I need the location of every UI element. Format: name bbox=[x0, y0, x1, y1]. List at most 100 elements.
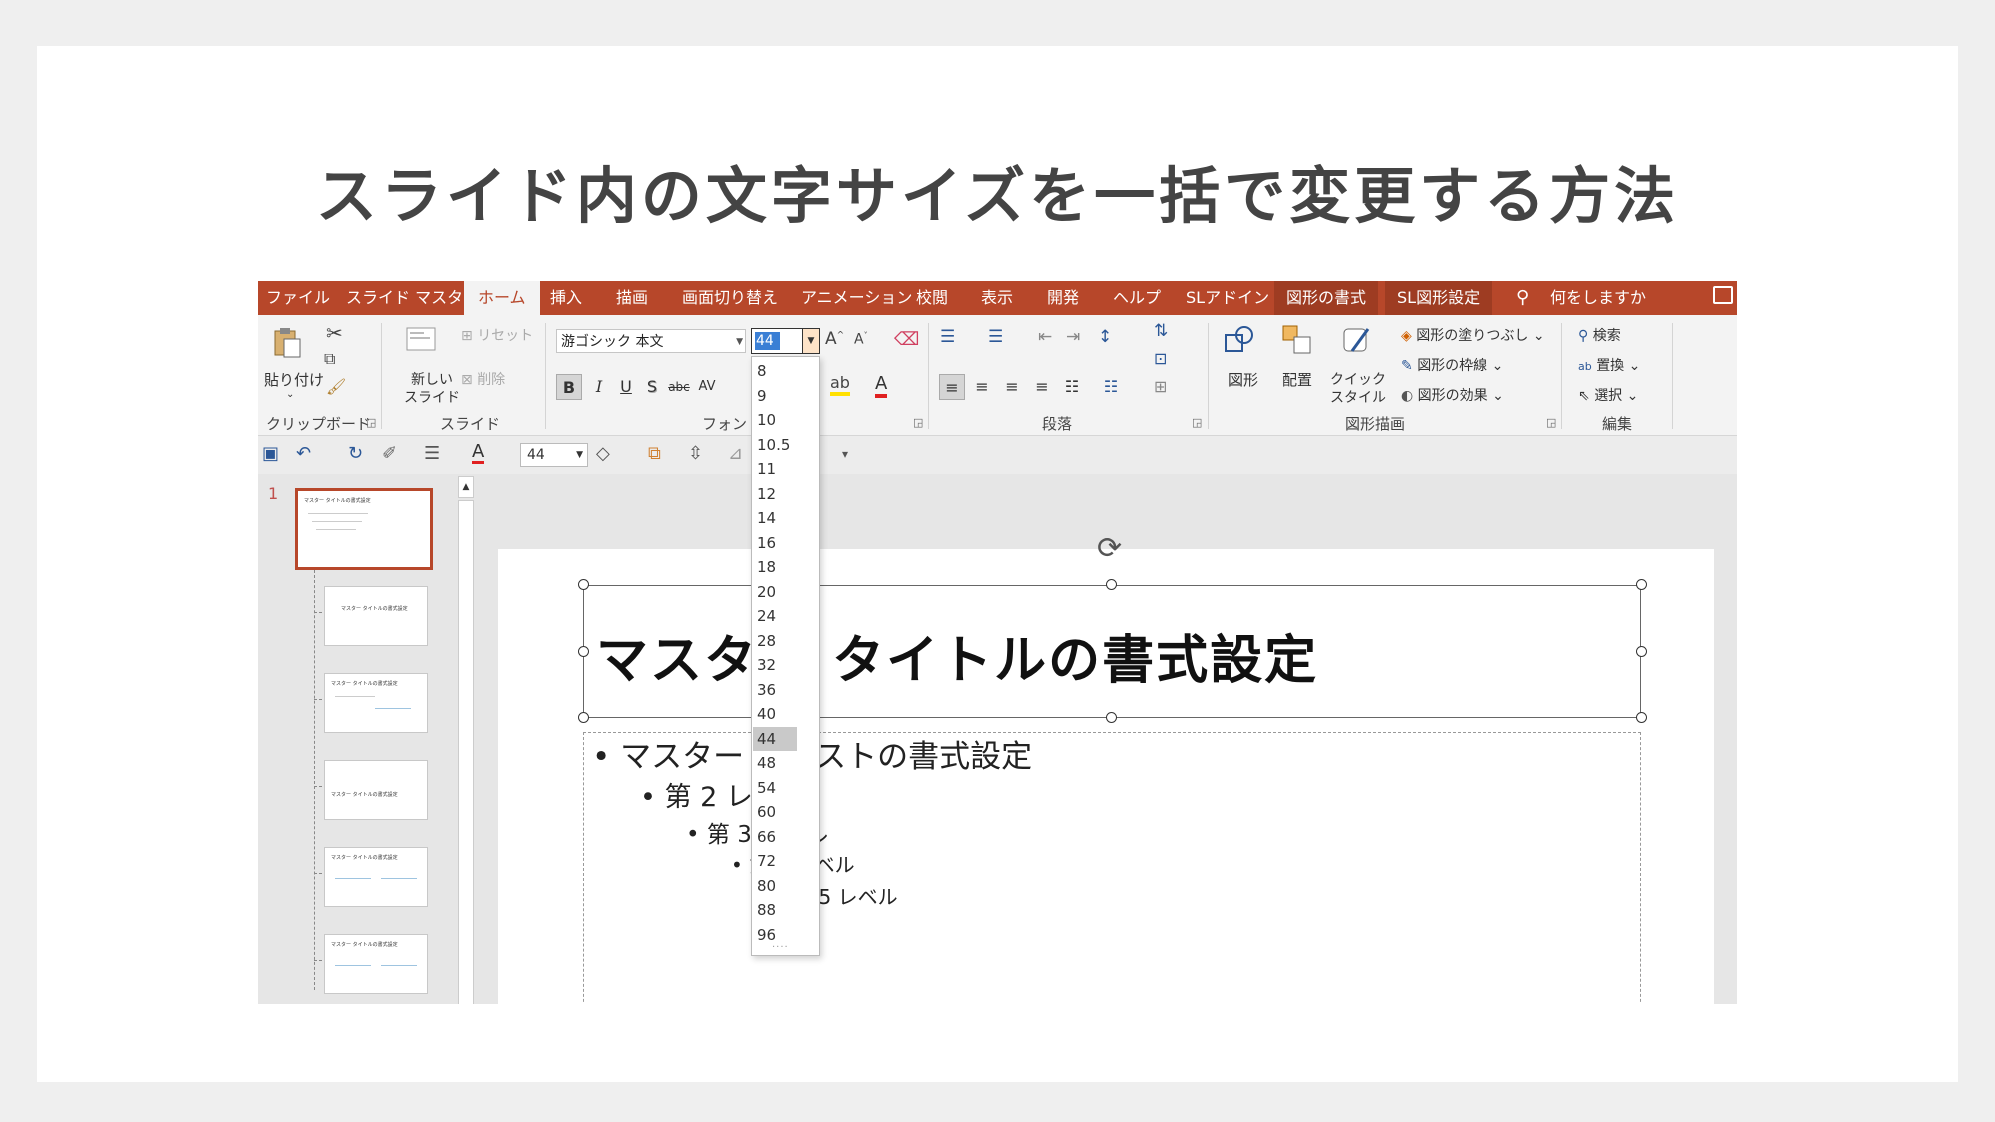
font-size-option[interactable]: 88 bbox=[753, 898, 797, 922]
tab-draw[interactable]: 描画 bbox=[616, 281, 648, 315]
tab-developer[interactable]: 開発 bbox=[1047, 281, 1079, 315]
font-size-dropdown-list[interactable]: 8 9 10 10.5 11 12 14 16 18 20 24 28 32 36 40 44 48 54 60 66… bbox=[751, 356, 820, 956]
font-size-option[interactable]: 66 bbox=[753, 825, 797, 849]
resize-handle[interactable] bbox=[578, 579, 589, 590]
redo-icon[interactable]: ↻ bbox=[348, 443, 363, 464]
font-size-option[interactable]: 10 bbox=[753, 408, 797, 432]
shapes-button[interactable]: 図形 bbox=[1228, 369, 1258, 390]
font-size-option[interactable]: 10.5 bbox=[753, 433, 797, 457]
format-painter-icon[interactable]: ✐ bbox=[382, 443, 397, 464]
align-text-icon[interactable]: ⊡ bbox=[1154, 349, 1167, 368]
align-icon[interactable]: ⊿ bbox=[728, 443, 743, 464]
tab-animations[interactable]: アニメーション bbox=[801, 281, 912, 315]
paste-button[interactable]: 貼り付け bbox=[264, 369, 324, 390]
format-painter-icon[interactable]: 🖌 bbox=[326, 377, 346, 396]
font-color-icon[interactable]: A bbox=[472, 443, 485, 464]
font-size-option[interactable]: 36 bbox=[753, 678, 797, 702]
resize-handle[interactable] bbox=[1636, 712, 1647, 723]
save-icon[interactable]: ▣ bbox=[262, 443, 279, 464]
highlight-icon[interactable]: ab bbox=[830, 373, 850, 396]
increase-font-icon[interactable]: A^ bbox=[825, 329, 844, 349]
clipboard-launcher-icon[interactable]: ◲ bbox=[366, 416, 376, 429]
undo-icon[interactable]: ↶ bbox=[296, 443, 311, 464]
italic-button[interactable]: I bbox=[586, 374, 612, 400]
font-size-option[interactable]: 72 bbox=[753, 849, 797, 873]
layout-thumbnail[interactable]: マスター タイトルの書式設定 bbox=[324, 673, 428, 733]
strikethrough-button[interactable]: abc bbox=[666, 374, 692, 400]
font-size-option[interactable]: 28 bbox=[753, 629, 797, 653]
tab-shape-format[interactable]: 図形の書式 bbox=[1274, 281, 1379, 315]
line-spacing-icon[interactable]: ↕ bbox=[1098, 327, 1112, 347]
layout-thumbnail[interactable]: マスター タイトルの書式設定 bbox=[324, 760, 428, 820]
arrange-icon[interactable] bbox=[1280, 323, 1314, 357]
decrease-font-icon[interactable]: A˅ bbox=[854, 331, 868, 348]
tab-sl-addin[interactable]: SLアドイン bbox=[1186, 281, 1269, 315]
font-size-option[interactable]: 8 bbox=[753, 359, 797, 383]
font-size-combo[interactable]: 44 ▼ bbox=[751, 328, 820, 354]
shape-fill-button[interactable]: ◈ 図形の塗りつぶし ⌄ bbox=[1401, 325, 1545, 345]
bullets-icon[interactable]: ☰ bbox=[424, 443, 440, 464]
numbering-icon[interactable]: ☰ bbox=[988, 327, 1003, 347]
font-size-option[interactable]: 12 bbox=[753, 482, 797, 506]
layout-thumbnail[interactable]: マスター タイトルの書式設定 bbox=[324, 934, 428, 994]
layout-thumbnail[interactable]: マスター タイトルの書式設定 bbox=[324, 847, 428, 907]
arrange-icon[interactable]: ⧉ bbox=[648, 443, 661, 464]
align-center-button[interactable]: ≡ bbox=[969, 374, 995, 400]
tell-me-search[interactable]: 何をしますか bbox=[1550, 281, 1646, 315]
delete-slide-button[interactable]: ⊠ 削除 bbox=[461, 369, 505, 389]
resize-handle[interactable] bbox=[1636, 646, 1647, 657]
tab-transitions[interactable]: 画面切り替え bbox=[682, 281, 778, 315]
font-size-option[interactable]: 24 bbox=[753, 604, 797, 628]
tab-sl-shape-settings[interactable]: SL図形設定 bbox=[1385, 281, 1493, 315]
layout-thumbnail[interactable]: マスター タイトルの書式設定 bbox=[324, 586, 428, 646]
tab-home[interactable]: ホーム bbox=[464, 281, 540, 315]
font-size-option[interactable]: 40 bbox=[753, 702, 797, 726]
qat-font-size-select[interactable]: 44 ▼ bbox=[520, 443, 588, 467]
text-direction-icon[interactable]: ⇅ bbox=[1154, 321, 1168, 341]
shapes-icon[interactable] bbox=[1222, 323, 1256, 357]
shape-effects-button[interactable]: ◐ 図形の効果 ⌄ bbox=[1401, 385, 1504, 405]
paragraph-launcher-icon[interactable]: ◲ bbox=[1192, 416, 1202, 429]
smartart-icon[interactable]: ⊞ bbox=[1154, 377, 1167, 396]
clear-formatting-icon[interactable]: ⌫ bbox=[894, 329, 919, 350]
customize-qat-icon[interactable]: ▾ bbox=[842, 447, 848, 461]
scrollbar-track[interactable] bbox=[458, 500, 474, 1004]
resize-handle[interactable] bbox=[578, 646, 589, 657]
thumbnail-scrollbar[interactable]: ▲ bbox=[455, 474, 475, 1004]
font-size-option[interactable]: 11 bbox=[753, 457, 797, 481]
shape-outline-button[interactable]: ✎ 図形の枠線 ⌄ bbox=[1401, 355, 1503, 375]
resize-grip-icon[interactable]: ···· bbox=[772, 942, 789, 953]
master-thumbnail[interactable]: マスター タイトルの書式設定 bbox=[295, 488, 433, 570]
replace-button[interactable]: ab 置換 ⌄ bbox=[1578, 355, 1640, 375]
new-slide-icon[interactable] bbox=[404, 323, 438, 357]
font-size-option[interactable]: 9 bbox=[753, 384, 797, 408]
cut-icon[interactable]: ✂ bbox=[326, 321, 343, 345]
align-right-button[interactable]: ≡ bbox=[999, 374, 1025, 400]
resize-handle[interactable] bbox=[1106, 712, 1117, 723]
justify-button[interactable]: ≡ bbox=[1029, 374, 1055, 400]
shadow-button[interactable]: S bbox=[639, 374, 665, 400]
decrease-indent-icon[interactable]: ⇤ bbox=[1038, 327, 1052, 347]
find-button[interactable]: ⚲ 検索 bbox=[1578, 325, 1621, 345]
font-size-value[interactable]: 44 bbox=[755, 332, 780, 350]
font-size-option[interactable]: 32 bbox=[753, 653, 797, 677]
tab-slide-master[interactable]: スライド マスター bbox=[346, 281, 479, 315]
font-size-option[interactable]: 20 bbox=[753, 580, 797, 604]
shapes-icon[interactable]: ◇ bbox=[596, 443, 610, 464]
bullets-icon[interactable]: ☰ bbox=[940, 327, 955, 347]
tab-help[interactable]: ヘルプ bbox=[1113, 281, 1161, 315]
tab-review[interactable]: 校閲 bbox=[916, 281, 948, 315]
font-name-select[interactable]: 游ゴシック 本文 ▼ bbox=[556, 329, 746, 353]
font-size-option[interactable]: 18 bbox=[753, 555, 797, 579]
resize-handle[interactable] bbox=[1106, 579, 1117, 590]
scroll-up-icon[interactable]: ▲ bbox=[458, 476, 474, 498]
font-size-option[interactable]: 80 bbox=[753, 874, 797, 898]
character-spacing-button[interactable]: AV bbox=[694, 374, 720, 400]
paste-dropdown-chevron-icon[interactable]: ⌄ bbox=[286, 389, 294, 400]
increase-indent-icon[interactable]: ⇥ bbox=[1066, 327, 1080, 347]
quick-styles-button[interactable]: クイック スタイル bbox=[1330, 371, 1386, 407]
copy-icon[interactable]: ⧉ bbox=[324, 349, 335, 369]
font-size-option[interactable]: 44 bbox=[753, 726, 797, 751]
quick-styles-icon[interactable] bbox=[1340, 323, 1374, 357]
tab-insert[interactable]: 挿入 bbox=[550, 281, 582, 315]
